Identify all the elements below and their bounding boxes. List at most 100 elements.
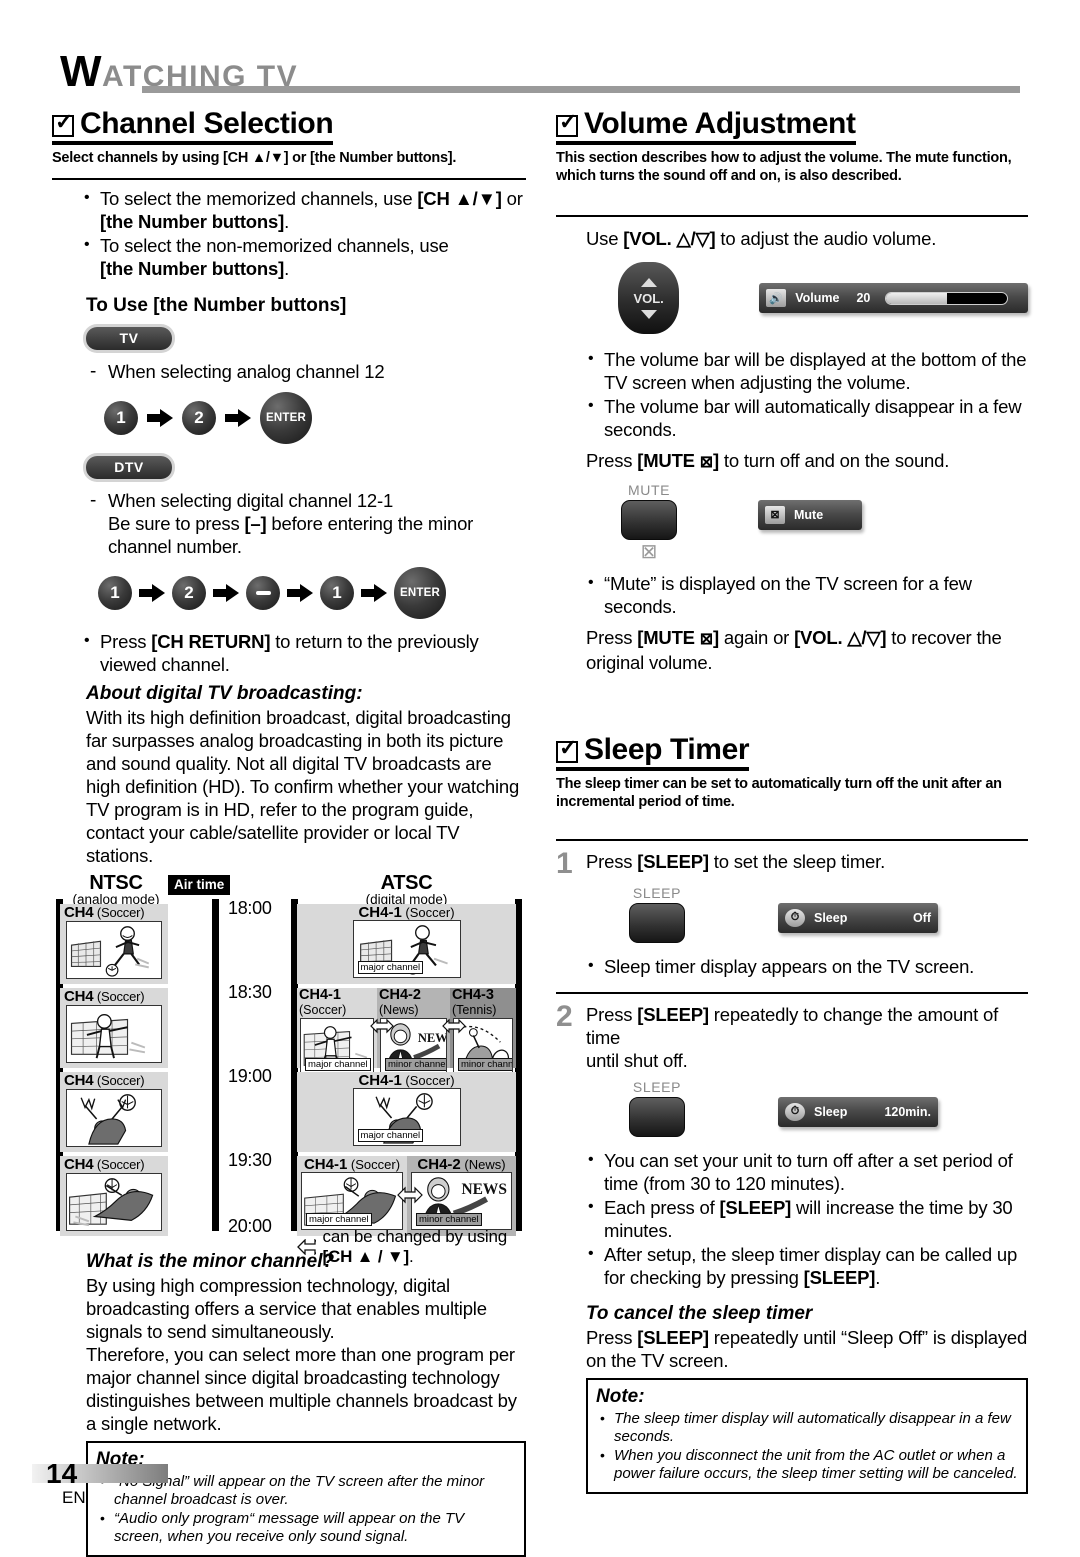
osd-volume-value: 20: [856, 291, 871, 305]
atsc-cell-header: CH4-1 (Soccer): [297, 1072, 516, 1088]
goalkeeper-save-illustration: [80, 1094, 136, 1145]
ntsc-cell: CH4 (Soccer): [60, 904, 168, 984]
osd-sleep-off: ⏱ Sleep Off: [778, 902, 938, 933]
osd-sleep-label: Sleep: [814, 1104, 848, 1119]
osd-sleep-value: 120min.: [884, 1104, 931, 1119]
channel-selection-bullets: To select the memorized channels, use [C…: [78, 186, 526, 280]
page-header: WATCHING TV: [60, 50, 1020, 96]
remote-key-enter: ENTER: [394, 567, 446, 619]
remote-key-1: 1: [98, 576, 132, 610]
clock-icon: ⏱: [785, 908, 805, 927]
channel-tag-minor: minor channel: [385, 1058, 446, 1071]
clock-icon: ⏱: [785, 1102, 805, 1121]
analog-key-sequence: 1 2 ENTER: [104, 392, 526, 444]
atsc-label: ATSC (digital mode): [297, 873, 516, 907]
list-item: After setup, the sleep timer display can…: [582, 1242, 1028, 1289]
volume-adjustment-title: Volume Adjustment: [584, 107, 856, 140]
checkbox-icon: [52, 111, 74, 137]
atsc-program: (Soccer): [299, 1003, 347, 1017]
list-item: When selecting analog channel 12: [86, 360, 526, 383]
section-heading-channel-selection: Channel Selection: [52, 107, 334, 145]
list-item: The volume bar will be displayed at the …: [582, 347, 1028, 394]
volume-bullets: The volume bar will be displayed at the …: [582, 347, 1028, 441]
double-arrow-icon: [370, 1018, 394, 1034]
list-item: “Audio only program“ message will appear…: [96, 1509, 516, 1546]
remote-key-1b: 1: [320, 576, 354, 610]
ntsc-thumbnail: [66, 1089, 162, 1147]
cancel-sleep-heading: To cancel the sleep timer: [586, 1303, 813, 1324]
list-item: “Mute” is displayed on the TV screen for…: [582, 571, 1028, 618]
osd-mute: ⊠ Mute: [758, 499, 862, 530]
page-title-initial: W: [60, 47, 103, 96]
osd-volume-label: Volume: [795, 291, 840, 305]
about-digital-body: With its high definition broadcast, digi…: [86, 707, 520, 866]
time-1800: 18:00: [228, 898, 272, 918]
step-2-text: Press [SLEEP] repeatedly to change the a…: [586, 1004, 999, 1071]
left-column: Channel Selection Select channels by usi…: [52, 108, 526, 1557]
atsc-cell: CH4-2 (News) NEWS minor channel: [407, 1156, 516, 1236]
ntsc-label: NTSC (analog mode): [62, 873, 170, 907]
double-arrow-icon: [442, 1018, 466, 1034]
atsc-channel: CH4-1: [303, 1156, 348, 1173]
list-item: Each press of [SLEEP] will increase the …: [582, 1195, 1028, 1242]
svg-text:NEWS: NEWS: [462, 1181, 507, 1198]
minor-channel-body-2: Therefore, you can select more than one …: [86, 1344, 517, 1434]
osd-sleep-value: Off: [912, 910, 931, 925]
triangle-up-icon: [640, 277, 657, 287]
atsc-program: (Soccer): [405, 1073, 455, 1088]
mute-key-surface: [621, 500, 677, 540]
use-number-buttons-heading: To Use [the Number buttons]: [86, 295, 347, 316]
mode-pill-dtv: DTV: [86, 456, 172, 479]
arrow-right-icon: [225, 409, 251, 427]
analog-instruction: When selecting analog channel 12: [86, 360, 526, 383]
section-heading-volume-adjustment: Volume Adjustment: [556, 108, 856, 145]
minor-channel-body-1: By using high compression technology, di…: [86, 1275, 487, 1342]
soccer-kick-illustration: [70, 926, 150, 977]
channel-tag-major: major channel: [306, 1213, 372, 1226]
atsc-thumbnail: major channel: [352, 1088, 461, 1146]
osd-mute-label: Mute: [794, 507, 824, 522]
mute-line: Press [MUTE ⊠] to turn off and on the so…: [586, 450, 950, 471]
atsc-program: (Soccer): [405, 905, 455, 920]
list-item: When selecting digital channel 12-1 Be s…: [86, 489, 526, 558]
list-item: You can set your unit to turn off after …: [582, 1148, 1028, 1195]
note-list: The sleep timer display will automatical…: [596, 1409, 1018, 1483]
remote-key-sleep: SLEEP: [626, 1078, 688, 1137]
list-item: To select the non-memorized channels, us…: [78, 233, 526, 280]
cancel-sleep-body: Press [SLEEP] repeatedly until “Sleep Of…: [586, 1327, 1028, 1371]
sleep-timer-title: Sleep Timer: [584, 733, 750, 766]
atsc-title: ATSC: [380, 872, 433, 894]
time-1930: 19:30: [228, 1150, 272, 1170]
step-number: 2: [556, 1000, 573, 1033]
atsc-channel: CH4-1: [358, 904, 402, 921]
air-time-label: Air time: [168, 875, 231, 895]
sleep-step-1: 1 Press [SLEEP] to set the sleep timer.: [556, 847, 1028, 880]
remote-key-1: 1: [104, 401, 138, 435]
channel-tag-major: major channel: [357, 1129, 424, 1142]
volume-use-line: Use [VOL. △/▽] to adjust the audio volum…: [586, 228, 937, 249]
atsc-cell-header: CH4-2 (News): [377, 988, 450, 1018]
page-number: 14: [46, 1458, 78, 1489]
step-1-text: Press [SLEEP] to set the sleep timer.: [586, 851, 886, 872]
sleep-step-1-bullets: Sleep timer display appears on the TV sc…: [582, 954, 1028, 978]
double-arrow-icon: [397, 1186, 423, 1204]
atsc-thumbnail: major channel: [301, 1172, 403, 1230]
atsc-program: (News): [464, 1157, 506, 1172]
atsc-thumbnail: major channel: [352, 920, 461, 978]
atsc-program: (Soccer): [350, 1157, 401, 1172]
double-arrow-icon: [297, 1239, 316, 1255]
mute-recover-line: Press [MUTE ⊠] again or [VOL. △/▽] to re…: [586, 627, 1002, 673]
atsc-channel: CH4-2: [417, 1156, 461, 1173]
mute-bullets: “Mute” is displayed on the TV screen for…: [582, 571, 1028, 618]
digital-line-1: When selecting digital channel 12-1: [108, 490, 394, 511]
step-number: 1: [556, 847, 573, 880]
osd-volume-bar: 🔊 Volume 20: [759, 283, 1028, 313]
ntsc-cell-header: CH4 (Soccer): [60, 1072, 168, 1089]
arrow-right-icon: [147, 409, 173, 427]
figure-legend: can be changed by using [CH ▲ / ▼].: [297, 1227, 522, 1267]
channel-selection-title: Channel Selection: [80, 107, 334, 140]
ntsc-thumbnail: [66, 1005, 162, 1063]
ntsc-channel: CH4: [64, 904, 94, 921]
atsc-right-rule: [515, 899, 522, 1231]
ntsc-cell: CH4 (Soccer): [60, 1072, 168, 1152]
